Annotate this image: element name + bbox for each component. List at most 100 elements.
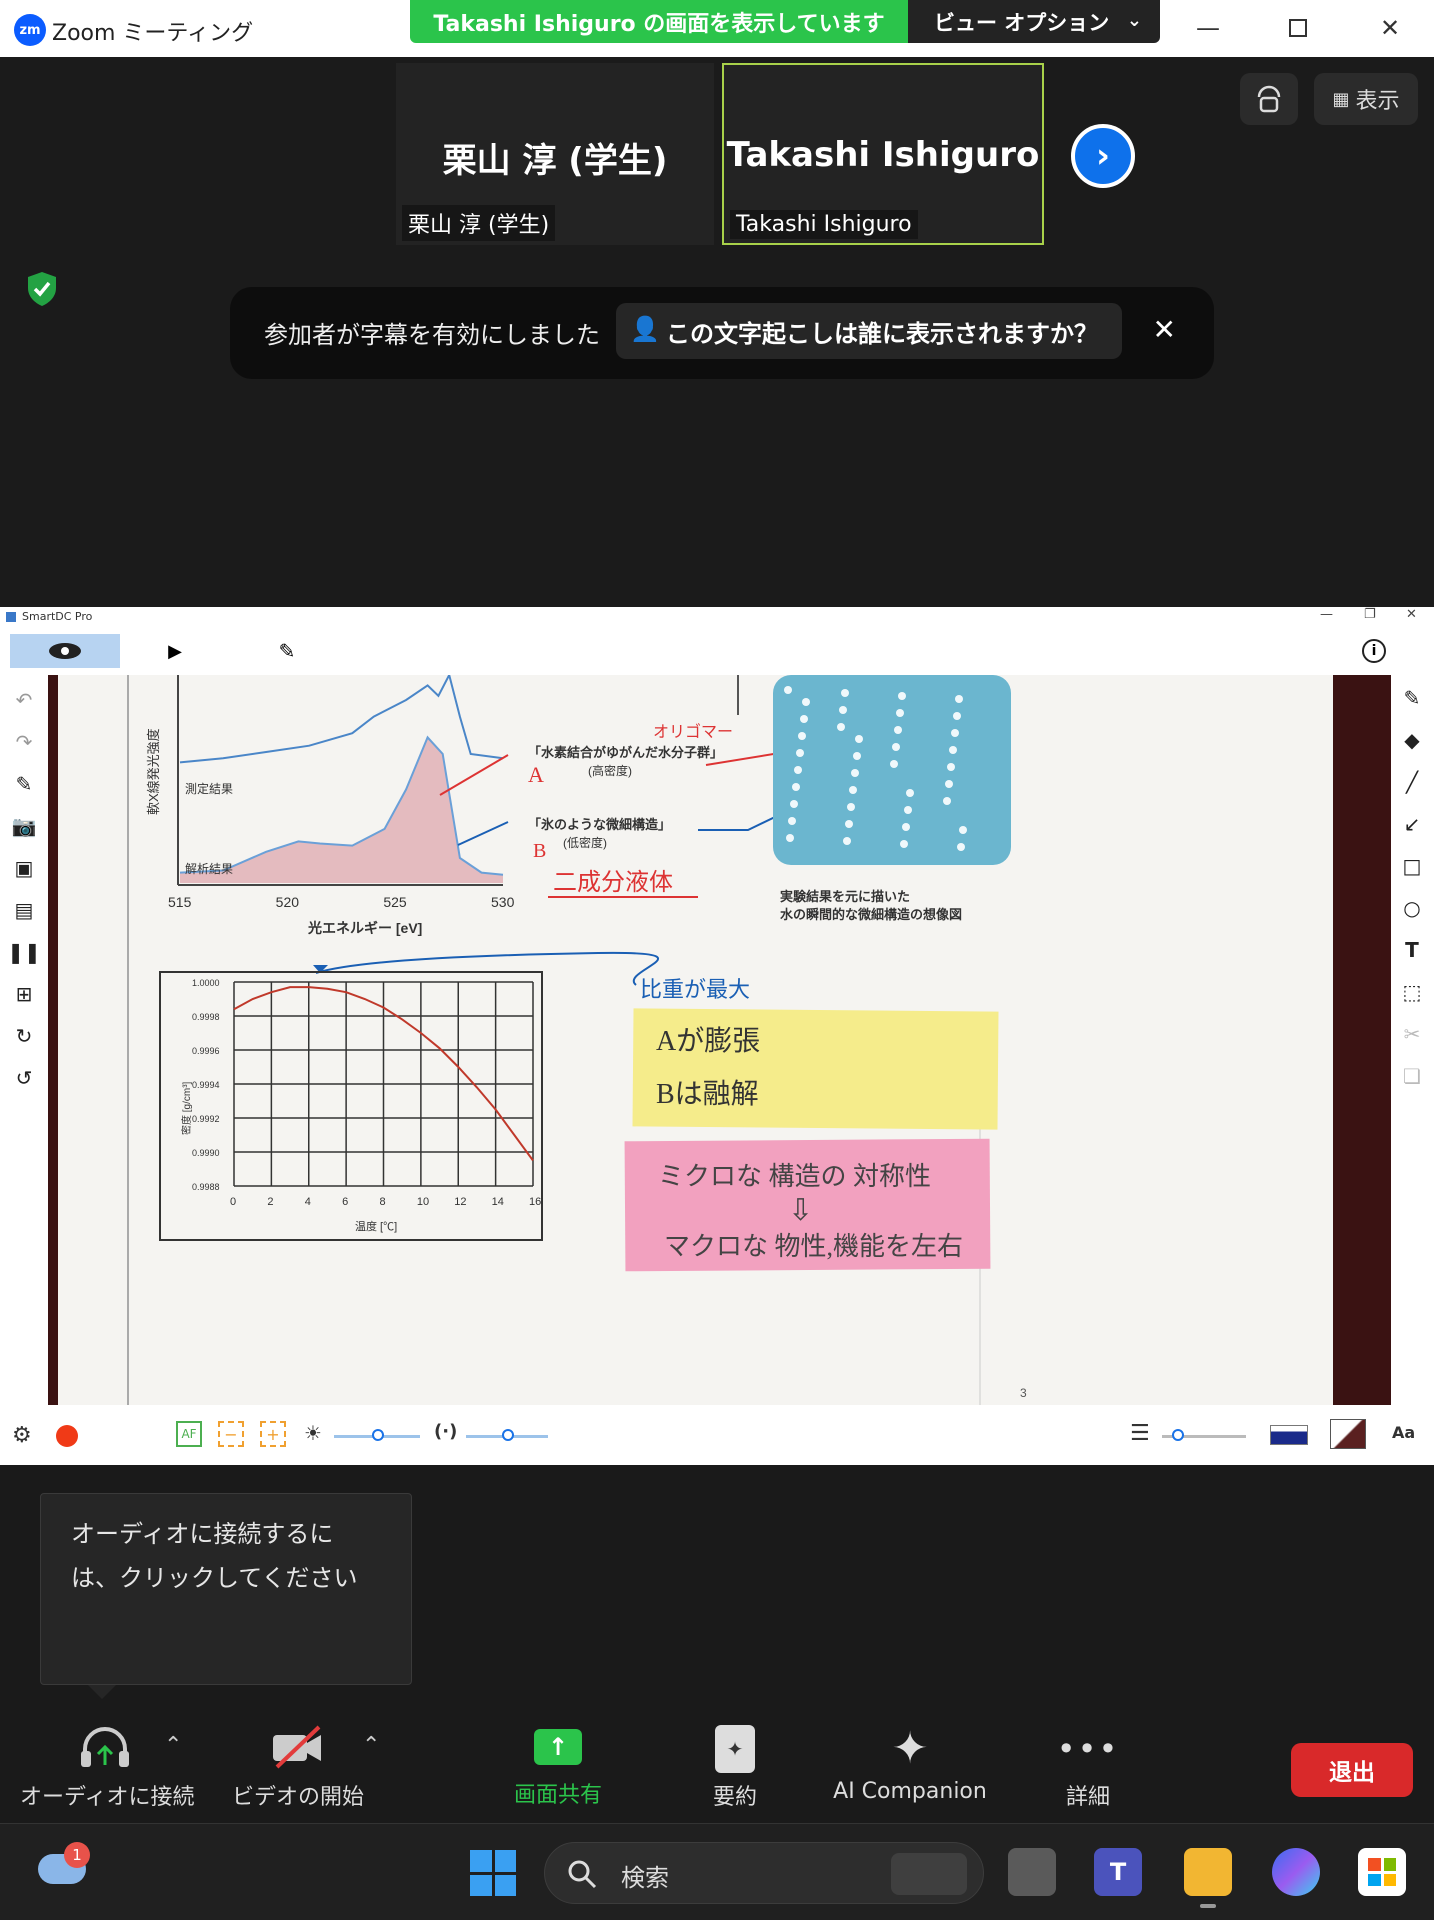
video-options-caret[interactable]: ⌃	[362, 1733, 380, 1758]
illustration-dot	[953, 712, 961, 720]
hide-self-view-button[interactable]	[1240, 73, 1298, 125]
camera-icon[interactable]: 📷	[9, 811, 39, 841]
font-icon[interactable]: Aa	[1392, 1423, 1415, 1442]
edit-icon[interactable]: ✎	[9, 769, 39, 799]
fill-color-swatch[interactable]	[1330, 1419, 1366, 1449]
spectrum-tick-label: 515	[168, 894, 192, 910]
illustration-dot	[788, 817, 796, 825]
density-y-tick: 1.0000	[192, 978, 220, 988]
teams-icon[interactable]: T	[1094, 1848, 1142, 1896]
pen-color-swatch[interactable]	[1270, 1425, 1308, 1445]
window-title: Zoom ミーティング	[52, 21, 254, 46]
file-explorer-icon[interactable]	[1184, 1848, 1232, 1896]
cut-icon[interactable]: ✂	[1397, 1019, 1427, 1049]
ai-companion-button[interactable]: ✦ AI Companion	[820, 1725, 1000, 1805]
brightness-slider-thumb[interactable]	[372, 1429, 384, 1441]
redo-icon[interactable]: ↷	[9, 727, 39, 757]
play-tab[interactable]: ▶	[150, 634, 200, 668]
rotate-left-icon[interactable]: ↺	[9, 1063, 39, 1093]
settings-gear-icon[interactable]: ⚙	[12, 1423, 32, 1448]
maximize-button[interactable]	[1278, 10, 1318, 46]
copilot-icon[interactable]	[1272, 1848, 1320, 1896]
ai-companion-label: AI Companion	[833, 1779, 987, 1804]
density-x-tick: 10	[417, 1196, 429, 1208]
record-icon[interactable]	[56, 1425, 78, 1447]
image-export-icon[interactable]: ▤	[9, 895, 39, 925]
caption-visibility-button[interactable]: 👤 この文字起こしは誰に表示されますか？	[616, 303, 1122, 359]
view-layout-button[interactable]: ▦ 表示	[1314, 73, 1418, 125]
security-shield-icon	[28, 272, 56, 306]
arrow-icon[interactable]: ↙	[1397, 809, 1427, 839]
autofocus-icon[interactable]: AF	[176, 1421, 202, 1447]
document-camera-view: 515 520 525 530 光エネルギー [eV] 軟X線発光強度 測定結果 解析…	[48, 675, 1391, 1405]
close-icon[interactable]: ✕	[1153, 313, 1176, 346]
undo-icon[interactable]: ↶	[9, 685, 39, 715]
density-y-tick: 0.9998	[192, 1012, 220, 1022]
minimize-button[interactable]: —	[1188, 10, 1228, 46]
illustration-dot	[957, 843, 965, 851]
search-highlight-icon	[891, 1853, 967, 1895]
pause-icon[interactable]: ❚❚	[7, 937, 41, 967]
minimize-button[interactable]: —	[1320, 607, 1333, 622]
eraser-icon[interactable]: ◆	[1397, 725, 1427, 755]
layout-grid-icon[interactable]: ⊞	[9, 979, 39, 1009]
focus-slider[interactable]	[466, 1429, 548, 1441]
focus-slider-thumb[interactable]	[502, 1429, 514, 1441]
series-label-measured: 測定結果	[185, 781, 233, 796]
spectrum-xlabel: 光エネルギー [eV]	[307, 920, 422, 936]
participant-tile[interactable]: 栗山 淳 (学生) 栗山 淳 (学生)	[396, 63, 714, 245]
screen-share-banner: Takashi Ishiguro の画面を表示しています	[410, 0, 908, 43]
label-b-text: 「氷のような微細構造」	[528, 817, 671, 832]
rotate-right-icon[interactable]: ↻	[9, 1021, 39, 1051]
image-import-icon[interactable]: ▣	[9, 853, 39, 883]
illustration-dot	[790, 800, 798, 808]
bottom-toolbar: ⚙ AF − + ☀ (·) ☰ Aa	[0, 1405, 1434, 1465]
view-mode-tab[interactable]	[10, 634, 120, 668]
leave-meeting-button[interactable]: 退出	[1291, 1743, 1413, 1797]
illustration-dot	[902, 823, 910, 831]
pen-icon[interactable]: ✎	[1397, 683, 1427, 713]
illustration-dot	[955, 695, 963, 703]
annotate-tab[interactable]: ✎	[262, 634, 312, 668]
audio-options-caret[interactable]: ⌃	[164, 1733, 182, 1758]
task-view-icon[interactable]	[1008, 1848, 1056, 1896]
density-y-tick: 0.9994	[192, 1080, 220, 1090]
taskbar-search-box[interactable]: 検索	[544, 1842, 984, 1904]
density-x-tick: 4	[305, 1196, 311, 1208]
zoom-in-icon[interactable]: +	[260, 1421, 286, 1447]
line-width-slider[interactable]	[1162, 1429, 1246, 1441]
copy-icon[interactable]: ❏	[1397, 1061, 1427, 1091]
close-button[interactable]: ✕	[1406, 607, 1417, 622]
illustration-dot	[796, 749, 804, 757]
line-width-slider-thumb[interactable]	[1172, 1429, 1184, 1441]
microsoft-store-icon[interactable]	[1358, 1848, 1406, 1896]
tooltip-line-1: オーディオに接続するに	[71, 1520, 334, 1548]
rectangle-icon[interactable]: □	[1397, 851, 1427, 881]
headphone-icon	[81, 1727, 129, 1767]
info-button[interactable]: i	[1356, 634, 1392, 668]
view-options-button[interactable]: ビュー オプション ⌄	[908, 0, 1160, 43]
illustration-dot	[904, 806, 912, 814]
participant-tile-active-speaker[interactable]: Takashi Ishiguro Takashi Ishiguro	[722, 63, 1044, 245]
maximize-button[interactable]: ❐	[1364, 607, 1376, 622]
text-icon[interactable]: T	[1397, 935, 1427, 965]
series-label-analysis: 解析結果	[185, 862, 233, 876]
more-button[interactable]: ••• 詳細	[1048, 1725, 1128, 1811]
illustration-dot	[906, 789, 914, 797]
zoom-out-icon[interactable]: −	[218, 1421, 244, 1447]
video-button[interactable]: ビデオの開始	[228, 1725, 368, 1811]
next-page-button[interactable]: ›	[1071, 124, 1135, 188]
close-button[interactable]: ✕	[1370, 10, 1410, 46]
pink-note-line-1: ミクロな 構造の 対称性	[658, 1162, 931, 1191]
circle-icon[interactable]: ○	[1397, 893, 1427, 923]
summary-button[interactable]: ✦ 要約	[690, 1725, 780, 1811]
density-x-tick: 0	[230, 1196, 236, 1208]
rotate-lock-icon	[1257, 85, 1281, 113]
zoom-logo-icon: zm	[14, 14, 46, 46]
spectrum-tick-label: 520	[276, 894, 300, 910]
select-icon[interactable]: ⬚	[1397, 977, 1427, 1007]
line-icon[interactable]: ╱	[1397, 767, 1427, 797]
windows-start-icon[interactable]	[470, 1850, 516, 1896]
brightness-slider[interactable]	[334, 1429, 420, 1441]
share-screen-button[interactable]: ↑ 画面共有	[496, 1725, 620, 1809]
